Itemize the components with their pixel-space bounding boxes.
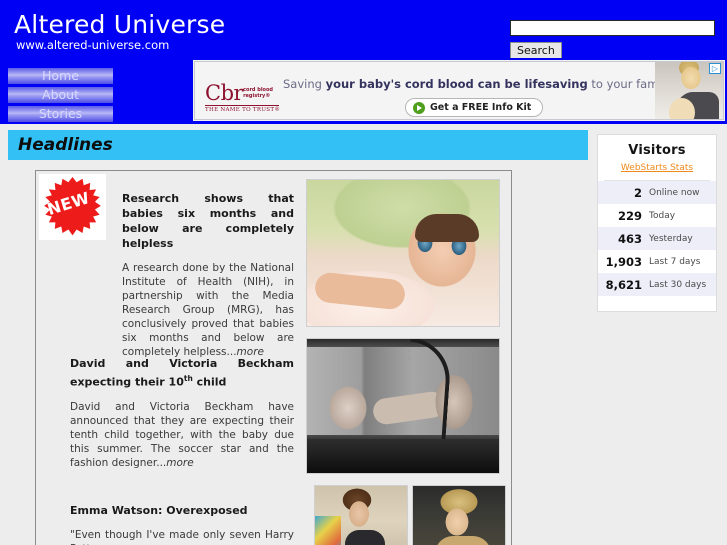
cbr-logo-rule xyxy=(205,105,279,106)
visitor-count-online-now: 2 xyxy=(633,185,642,200)
nav-item-stories-label: Stories xyxy=(38,106,83,121)
visitor-count-last-30-days: 8,621 xyxy=(605,277,642,292)
search-form: Search xyxy=(510,16,715,59)
nav-item-stories[interactable]: Stories xyxy=(8,106,113,122)
play-icon xyxy=(413,101,425,114)
cbr-sub-line2: registry® xyxy=(243,93,271,99)
site-header: Altered Universe www.altered-universe.co… xyxy=(0,0,727,124)
article-3-title[interactable]: Emma Watson: Overexposed xyxy=(70,503,294,518)
article-1-text: Research shows that babies six months an… xyxy=(122,191,294,359)
cbr-logo-tagline: THE NAME TO TRUST® xyxy=(205,107,281,113)
ad-cta-label: Get a FREE Info Kit xyxy=(430,102,532,113)
article-2-title-pre: David and Victoria Beckham expecting the… xyxy=(70,357,294,389)
article-2-text: David and Victoria Beckham expecting the… xyxy=(70,356,294,470)
visitor-row-last-7-days: 1,903 Last 7 days xyxy=(598,250,716,273)
new-badge-label: NEW xyxy=(44,188,93,219)
article-2-more-link[interactable]: more xyxy=(166,457,193,469)
visitor-row-last-30-days: 8,621 Last 30 days xyxy=(598,273,716,296)
search-button[interactable]: Search xyxy=(510,41,562,59)
visitor-row-today: 229 Today xyxy=(598,204,716,227)
visitor-label-yesterday: Yesterday xyxy=(649,233,693,244)
nav-item-home[interactable]: Home xyxy=(8,68,113,84)
site-title: Altered Universe xyxy=(14,10,226,39)
nav-item-home-label: Home xyxy=(42,68,79,83)
article-2-title[interactable]: David and Victoria Beckham expecting the… xyxy=(70,356,294,390)
visitor-row-online-now: 2 Online now xyxy=(598,181,716,204)
headlines-title: Headlines xyxy=(18,135,113,155)
article-3-text: Emma Watson: Overexposed "Even though I'… xyxy=(70,503,294,545)
article-3-image-right[interactable] xyxy=(412,485,506,545)
article-3-body: "Even though I've made only seven Harry … xyxy=(70,529,294,545)
article-1-title[interactable]: Research shows that babies six months an… xyxy=(122,191,294,251)
new-badge-icon: NEW xyxy=(39,174,106,240)
headlines-content-box: NEW Research shows that babies six month… xyxy=(35,170,512,545)
advertisement-banner[interactable]: Cbr cord blood registry® THE NAME TO TRU… xyxy=(191,58,727,123)
emma-swimsuit xyxy=(345,530,385,545)
headlines-bar: Headlines xyxy=(8,130,588,160)
baby-arm xyxy=(313,271,407,311)
visitor-count-today: 229 xyxy=(617,208,642,223)
visitor-label-online-now: Online now xyxy=(649,187,700,198)
visitor-label-last-7-days: Last 7 days xyxy=(649,256,701,267)
page-root: Altered Universe www.altered-universe.co… xyxy=(0,0,727,545)
ad-headline-bold: your baby's cord blood can be lifesaving xyxy=(325,77,588,91)
beckham-floor xyxy=(307,439,499,473)
ad-headline: Saving your baby's cord blood can be lif… xyxy=(283,77,674,91)
article-2-title-post: child xyxy=(192,375,227,389)
webstarts-stats-link[interactable]: WebStarts Stats xyxy=(598,163,716,173)
visitor-count-last-7-days: 1,903 xyxy=(605,254,642,269)
visitor-row-yesterday: 463 Yesterday xyxy=(598,227,716,250)
article-1-image[interactable] xyxy=(306,179,500,327)
adchoices-icon[interactable]: ▷ xyxy=(709,63,721,74)
cbr-logo-subtext: cord blood registry® xyxy=(243,87,273,99)
visitors-panel-title: Visitors xyxy=(628,143,686,158)
article-2-body: David and Victoria Beckham have announce… xyxy=(70,400,294,470)
ad-inner: Cbr cord blood registry® THE NAME TO TRU… xyxy=(194,61,724,120)
visitors-panel: Visitors WebStarts Stats 2 Online now 22… xyxy=(597,134,717,312)
ad-headline-pre: Saving xyxy=(283,77,326,91)
article-1-body: A research done by the National Institut… xyxy=(122,261,294,359)
search-input[interactable] xyxy=(510,19,715,36)
ad-photo-belly xyxy=(669,98,695,119)
cbr-logo: Cbr cord blood registry® THE NAME TO TRU… xyxy=(205,83,283,113)
visitor-label-today: Today xyxy=(649,210,676,221)
article-3-image-left[interactable] xyxy=(314,485,408,545)
baby-hair xyxy=(415,214,479,242)
article-2-title-ordinal: th xyxy=(183,374,193,383)
emma-shoulder xyxy=(435,536,491,545)
visitor-count-yesterday: 463 xyxy=(617,231,642,246)
nav-item-about[interactable]: About xyxy=(8,87,113,103)
beckham-victoria-figure xyxy=(321,377,375,439)
article-2-image[interactable] xyxy=(306,338,500,474)
cbr-logo-wordmark: Cbr xyxy=(205,81,244,105)
site-url: www.altered-universe.com xyxy=(16,38,170,52)
main-navigation: Home About Stories xyxy=(8,68,113,125)
visitor-label-last-30-days: Last 30 days xyxy=(649,279,707,290)
emma-beach-towel xyxy=(315,516,341,545)
nav-item-about-label: About xyxy=(42,87,79,102)
ad-cta-button[interactable]: Get a FREE Info Kit xyxy=(405,98,544,117)
article-1-body-text: A research done by the National Institut… xyxy=(122,262,294,358)
